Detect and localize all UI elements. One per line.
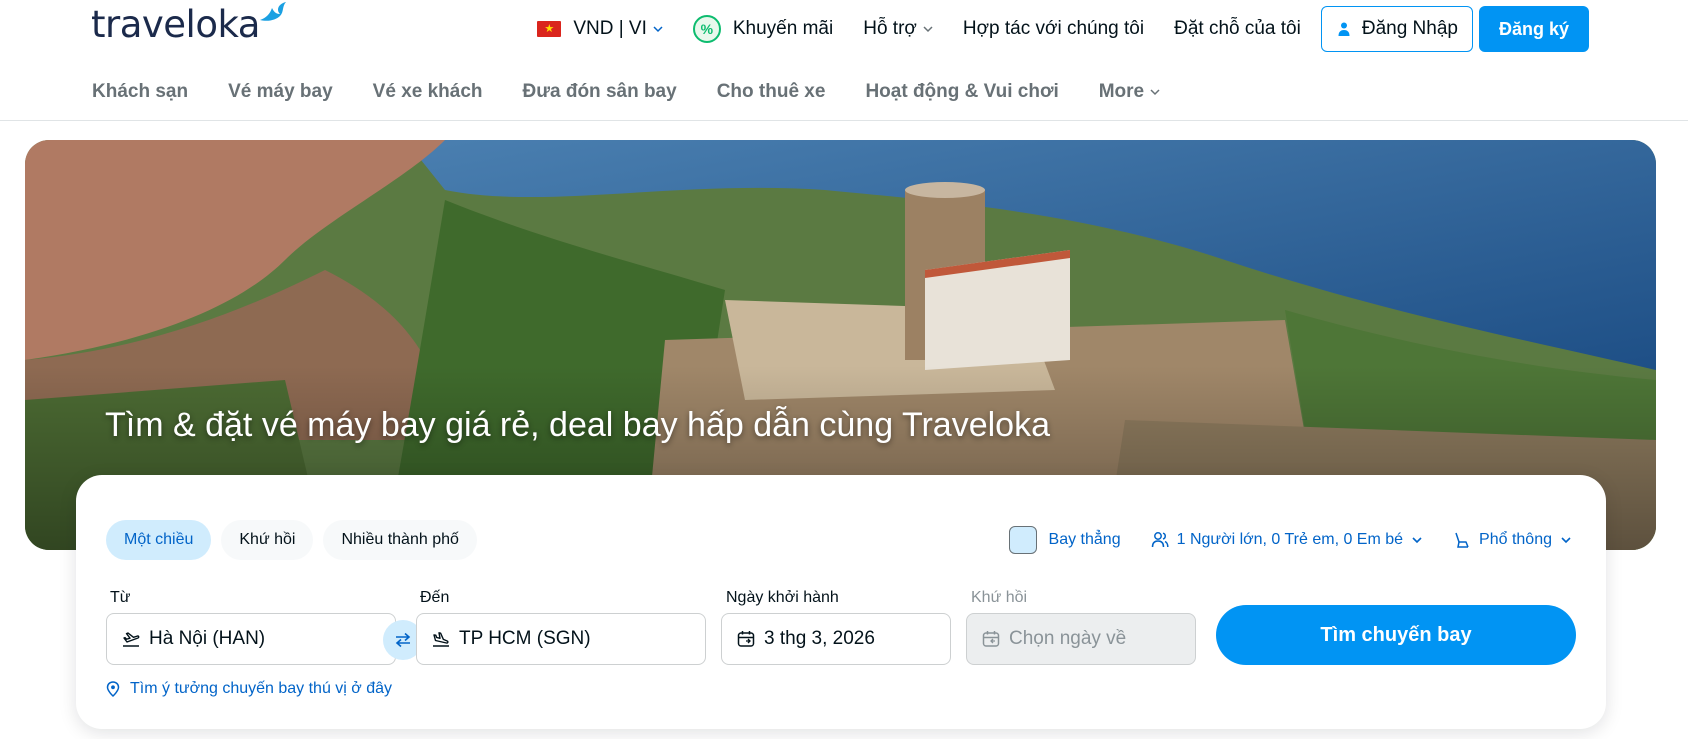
- flight-ideas-link[interactable]: Tìm ý tưởng chuyến bay thú vị ở đây: [106, 680, 392, 698]
- top-nav: VND | VI % Khuyến mãi Hỗ trợ Hợp tác với…: [537, 6, 1589, 52]
- my-bookings-link[interactable]: Đặt chỗ của tôi: [1174, 6, 1301, 52]
- passengers-label: 1 Người lớn, 0 Trẻ em, 0 Em bé: [1176, 531, 1404, 548]
- percent-icon: %: [692, 15, 721, 43]
- tab-one-way[interactable]: Một chiều: [106, 520, 212, 560]
- top-header: traveloka VND | VI % Khuyến mãi Hỗ trợ H…: [0, 0, 1688, 64]
- from-field[interactable]: Hà Nội (HAN): [106, 613, 396, 665]
- swap-icon: [395, 632, 411, 648]
- flight-search-card: Một chiều Khứ hồi Nhiều thành phố Bay th…: [76, 475, 1606, 729]
- chevron-down-icon: [653, 26, 663, 33]
- passenger-selector[interactable]: 1 Người lớn, 0 Trẻ em, 0 Em bé: [1151, 531, 1423, 549]
- plane-landing-icon: [433, 632, 449, 647]
- more-label: More: [1098, 81, 1145, 102]
- cabin-class-label: Phổ thông: [1479, 531, 1552, 548]
- chevron-down-icon: [1412, 537, 1422, 544]
- support-menu[interactable]: Hỗ trợ: [863, 6, 933, 52]
- return-date-placeholder: Chọn ngày về: [1009, 628, 1127, 649]
- nav-item-activities[interactable]: Hoạt động & Vui chơi: [865, 81, 1058, 103]
- to-field[interactable]: TP HCM (SGN): [416, 613, 706, 665]
- login-button[interactable]: Đăng Nhập: [1320, 6, 1473, 52]
- partner-link[interactable]: Hợp tác với chúng tôi: [963, 6, 1144, 52]
- partner-label: Hợp tác với chúng tôi: [962, 18, 1145, 39]
- support-label: Hỗ trợ: [863, 18, 917, 39]
- flight-ideas-label: Tìm ý tưởng chuyến bay thú vị ở đây: [130, 680, 393, 697]
- register-button[interactable]: Đăng ký: [1478, 6, 1589, 52]
- from-label: Từ: [110, 589, 131, 606]
- product-nav: Khách sạn Vé máy bay Vé xe khách Đưa đón…: [92, 70, 1200, 114]
- search-flights-button[interactable]: Tìm chuyến bay: [1216, 605, 1576, 665]
- nav-item-airport-transfer[interactable]: Đưa đón sân bay: [523, 81, 677, 103]
- trip-type-tabs: Một chiều Khứ hồi Nhiều thành phố: [106, 520, 487, 560]
- direct-flight-checkbox[interactable]: [1008, 526, 1037, 554]
- currency-language-label: VND | VI: [573, 18, 647, 39]
- chevron-down-icon: [1561, 537, 1571, 544]
- vietnam-flag-icon: [537, 21, 562, 37]
- depart-date-value: 3 thg 3, 2026: [764, 628, 875, 649]
- calendar-icon: [982, 631, 1000, 647]
- logo-text: traveloka: [91, 3, 260, 46]
- plane-takeoff-icon: [123, 632, 140, 647]
- return-date-label: Khứ hồi: [971, 589, 1028, 606]
- nav-item-bus[interactable]: Vé xe khách: [373, 81, 483, 103]
- chevron-down-icon: [1150, 89, 1160, 96]
- my-bookings-label: Đặt chỗ của tôi: [1174, 18, 1301, 39]
- tab-round-trip[interactable]: Khứ hồi: [221, 520, 314, 560]
- search-flights-label: Tìm chuyến bay: [1320, 623, 1472, 646]
- cabin-class-selector[interactable]: Phổ thông: [1453, 531, 1572, 549]
- user-icon: [1338, 22, 1350, 36]
- from-value: Hà Nội (HAN): [149, 628, 266, 649]
- hero-title: Tìm & đặt vé máy bay giá rẻ, deal bay hấ…: [105, 406, 1050, 444]
- bird-icon: [259, 2, 286, 21]
- nav-item-flights[interactable]: Vé máy bay: [228, 81, 333, 103]
- login-label: Đăng Nhập: [1361, 18, 1458, 39]
- promotions-label: Khuyến mãi: [732, 18, 834, 39]
- tab-multi-city[interactable]: Nhiều thành phố: [323, 520, 477, 560]
- register-label: Đăng ký: [1498, 18, 1569, 39]
- header-divider: [0, 120, 1688, 121]
- calendar-icon: [737, 631, 755, 647]
- nav-item-car-rental[interactable]: Cho thuê xe: [717, 81, 826, 103]
- nav-item-more[interactable]: More: [1099, 81, 1160, 103]
- seat-icon: [1455, 532, 1469, 548]
- traveloka-logo[interactable]: traveloka: [91, 2, 288, 46]
- depart-date-field[interactable]: 3 thg 3, 2026: [721, 613, 951, 665]
- location-pin-icon: [106, 681, 120, 697]
- to-label: Đến: [420, 589, 450, 606]
- to-value: TP HCM (SGN): [459, 628, 591, 649]
- direct-flight-toggle[interactable]: Bay thẳng: [1008, 526, 1121, 554]
- direct-flight-label: Bay thẳng: [1048, 531, 1121, 548]
- search-options: Bay thẳng 1 Người lớn, 0 Trẻ em, 0 Em bé…: [979, 524, 1572, 556]
- promotions-link[interactable]: % Khuyến mãi: [692, 6, 834, 52]
- return-date-field[interactable]: Chọn ngày về: [966, 613, 1196, 665]
- chevron-down-icon: [923, 26, 933, 33]
- currency-language-selector[interactable]: VND | VI: [537, 6, 663, 52]
- nav-item-hotels[interactable]: Khách sạn: [92, 81, 188, 103]
- depart-date-label: Ngày khởi hành: [726, 589, 839, 606]
- passengers-icon: [1151, 532, 1169, 548]
